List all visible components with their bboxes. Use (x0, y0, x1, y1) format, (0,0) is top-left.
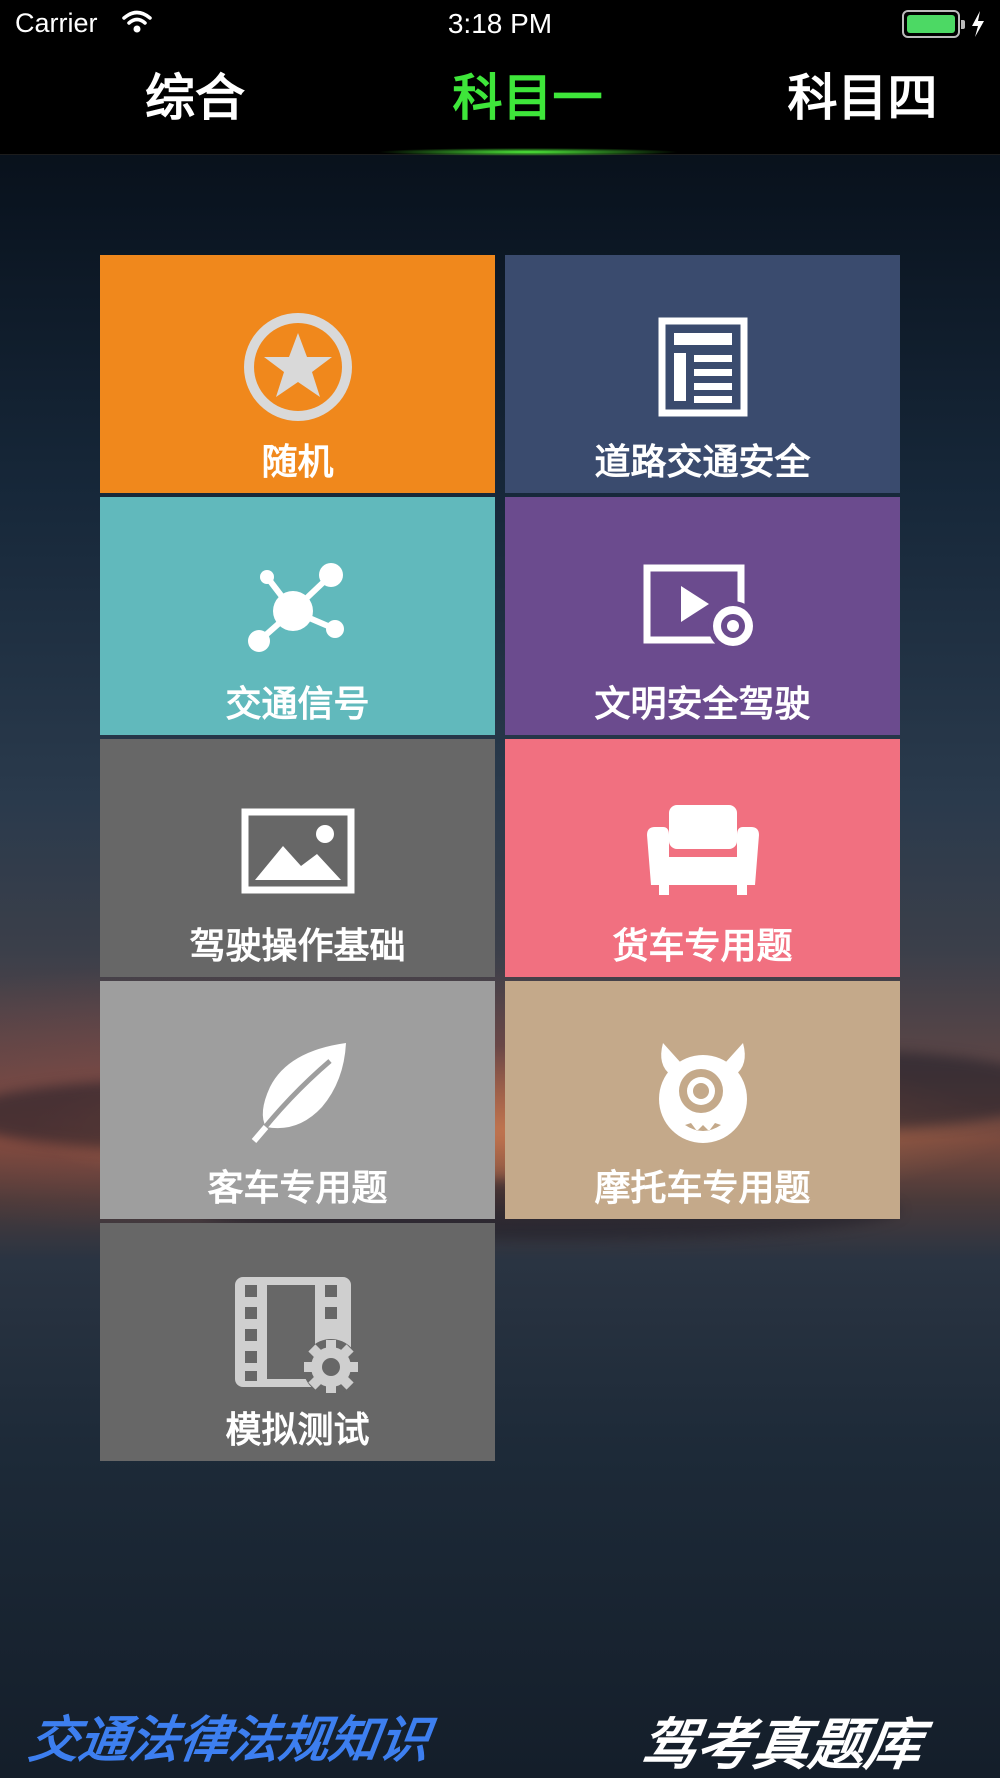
picture-icon (100, 791, 495, 911)
tile-label: 交通信号 (225, 684, 370, 725)
video-settings-icon (505, 549, 900, 669)
active-tab-indicator (378, 148, 678, 156)
tab-subject-one[interactable]: 科目一 (400, 66, 655, 130)
footer-subtitle: 交通法律法规知识 (25, 1711, 434, 1769)
tile-road-safety[interactable]: 道路交通安全 (505, 255, 900, 493)
tile-bus-questions[interactable]: 客车专用题 (100, 981, 495, 1219)
tab-bar: 综合 科目一 科目四 (0, 50, 1000, 156)
tile-label: 模拟测试 (225, 1410, 370, 1451)
tile-label: 随机 (261, 442, 334, 483)
star-badge-icon (100, 307, 495, 427)
tab-comprehensive[interactable]: 综合 (95, 66, 295, 130)
tile-driving-basics[interactable]: 驾驶操作基础 (100, 739, 495, 977)
feather-icon (100, 1033, 495, 1153)
monster-icon (505, 1033, 900, 1153)
tile-random[interactable]: 随机 (100, 255, 495, 493)
tile-label: 文明安全驾驶 (594, 684, 811, 725)
tile-traffic-signals[interactable]: 交通信号 (100, 497, 495, 735)
clock: 3:18 PM (447, 8, 553, 39)
battery-icon (902, 10, 965, 38)
tile-safe-driving[interactable]: 文明安全驾驶 (505, 497, 900, 735)
tile-label: 道路交通安全 (594, 442, 811, 483)
tile-label: 货车专用题 (612, 926, 793, 967)
status-bar: Carrier 3:18 PM (0, 0, 1000, 50)
footer-app-title: 驾考真题库 (636, 1713, 926, 1778)
film-gear-icon (100, 1275, 495, 1395)
tab-subject-four[interactable]: 科目四 (740, 66, 985, 130)
tile-label: 驾驶操作基础 (189, 926, 406, 967)
tile-motorcycle-questions[interactable]: 摩托车专用题 (505, 981, 900, 1219)
tile-mock-test[interactable]: 模拟测试 (100, 1223, 495, 1461)
armchair-icon (505, 791, 900, 911)
tile-label: 摩托车专用题 (594, 1168, 811, 1209)
network-nodes-icon (100, 549, 495, 669)
tile-label: 客车专用题 (207, 1168, 388, 1209)
charging-bolt-icon (970, 10, 986, 42)
document-icon (505, 307, 900, 427)
tile-truck-questions[interactable]: 货车专用题 (505, 739, 900, 977)
